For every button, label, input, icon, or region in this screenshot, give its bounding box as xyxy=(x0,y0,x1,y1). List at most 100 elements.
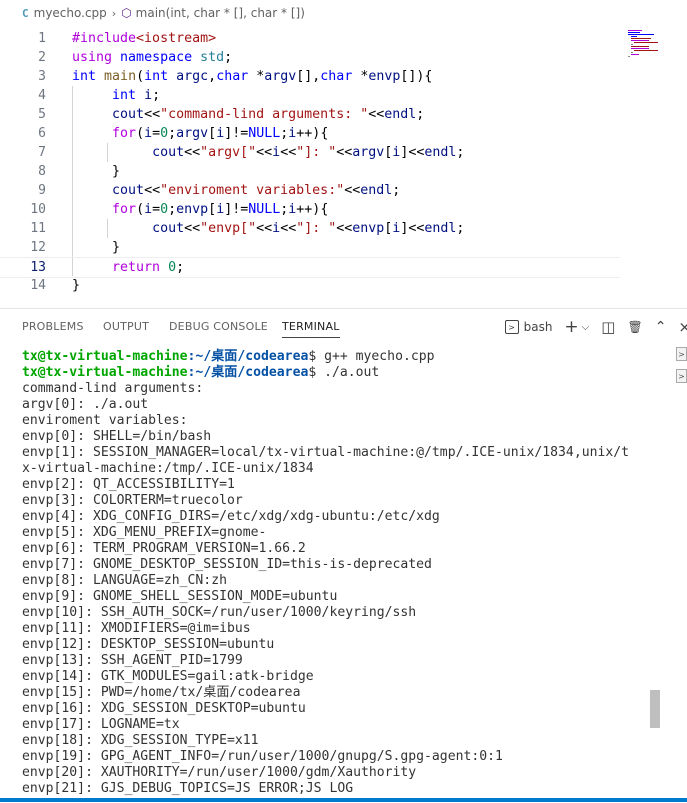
code-text: cout<<"enviroment variables:"<<endl; xyxy=(112,183,401,198)
terminal-output-line: envp[5]: XDG_MENU_PREFIX=gnome- xyxy=(22,525,267,540)
code-text: cout<<"envp["<<i<<"]: "<<envp[i]<<endl; xyxy=(152,221,465,236)
terminal-output-line: envp[21]: GJS_DEBUG_TOPICS=JS ERROR;JS L… xyxy=(22,781,354,796)
code-line: 12 } xyxy=(0,238,620,257)
terminal-output-line: envp[8]: LANGUAGE=zh_CN:zh xyxy=(22,573,227,588)
terminal-output-line: command-lind arguments: xyxy=(22,381,204,396)
terminal-output-line: envp[15]: PWD=/home/tx/桌面/codearea xyxy=(22,685,301,700)
code-line: 3 int main(int argc,char *argv[],char *e… xyxy=(0,67,620,86)
code-text: return 0; xyxy=(112,260,185,275)
terminal-output-line: envp[11]: XMODIFIERS=@im=ibus xyxy=(22,621,251,636)
line-number: 10 xyxy=(30,202,46,217)
line-number: 2 xyxy=(38,50,46,65)
terminal-output-line: argv[0]: ./a.out xyxy=(22,397,149,412)
code-text: } xyxy=(72,278,81,293)
launch-profile-button[interactable]: ⌵ xyxy=(582,322,590,333)
close-panel-button[interactable]: × xyxy=(678,318,687,336)
terminal-output-line: envp[13]: SSH_AGENT_PID=1799 xyxy=(22,653,243,668)
breadcrumb-file[interactable]: myecho.cpp xyxy=(34,6,107,20)
line-number: 8 xyxy=(38,164,46,179)
terminal-scrollbar[interactable] xyxy=(649,349,661,803)
status-bar xyxy=(0,798,687,802)
terminal-tab-2[interactable]: > xyxy=(676,369,687,383)
split-terminal-button[interactable]: ◫ xyxy=(601,318,615,336)
shell-label: bash xyxy=(523,320,553,334)
line-number: 13 xyxy=(30,260,46,275)
code-text: for(i=0;envp[i]!=NULL;i++){ xyxy=(112,202,329,217)
tab-problems[interactable]: PROBLEMS xyxy=(22,320,84,333)
code-editor[interactable]: 1 #include<iostream> 2 using namespace s… xyxy=(0,29,687,299)
code-line: 5 cout<<"command-lind arguments: "<<endl… xyxy=(0,105,620,124)
terminal-output-line: envp[20]: XAUTHORITY=/run/user/1000/gdm/… xyxy=(22,765,417,780)
terminal-output-line: envp[6]: TERM_PROGRAM_VERSION=1.66.2 xyxy=(22,541,306,556)
line-number: 5 xyxy=(38,107,46,122)
terminal-command-line: tx@tx-virtual-machine:~/桌面/codearea$ ./a… xyxy=(22,365,380,380)
maximize-panel-button[interactable]: ⌃ xyxy=(655,319,667,335)
close-icon: × xyxy=(678,318,687,336)
minimap[interactable] xyxy=(626,30,674,60)
kill-terminal-button[interactable]: 🗑 xyxy=(627,320,642,334)
breadcrumb-symbol[interactable]: main(int, char * [], char * []) xyxy=(136,6,305,20)
terminal-icon: > xyxy=(504,320,519,334)
new-terminal-button[interactable]: + xyxy=(564,317,578,337)
code-line: 1 #include<iostream> xyxy=(0,29,620,48)
line-number: 12 xyxy=(30,240,46,255)
code-line: 4 int i; xyxy=(0,86,620,105)
line-number: 1 xyxy=(38,31,46,46)
split-icon: ◫ xyxy=(601,318,616,336)
shell-selector[interactable]: > bash xyxy=(504,320,553,334)
code-line: 7 cout<<"argv["<<i<<"]: "<<argv[i]<<endl… xyxy=(0,143,620,162)
code-line: 14 } xyxy=(0,276,620,295)
terminal-output-line: envp[0]: SHELL=/bin/bash xyxy=(22,429,212,444)
code-text: cout<<"command-lind arguments: "<<endl; xyxy=(112,107,425,122)
tab-terminal[interactable]: TERMINAL xyxy=(282,320,340,338)
terminal-output-line: x-virtual-machine:/tmp/.ICE-unix/1834 xyxy=(22,461,314,476)
cpp-file-icon: C xyxy=(22,6,29,20)
line-number: 6 xyxy=(38,126,46,141)
terminal-output-line: envp[10]: SSH_AUTH_SOCK=/run/user/1000/k… xyxy=(22,605,417,620)
code-text: int main(int argc,char *argv[],char *env… xyxy=(72,69,433,84)
code-text: cout<<"argv["<<i<<"]: "<<argv[i]<<endl; xyxy=(152,145,465,160)
code-text: for(i=0;argv[i]!=NULL;i++){ xyxy=(112,126,329,141)
code-text: } xyxy=(112,240,121,255)
terminal-output-line: envp[2]: QT_ACCESSIBILITY=1 xyxy=(22,477,235,492)
code-text: using namespace std; xyxy=(72,50,233,65)
chevron-down-icon: ⌵ xyxy=(581,321,590,333)
code-line: 10 for(i=0;envp[i]!=NULL;i++){ xyxy=(0,200,620,219)
terminal-output-line: envp[16]: XDG_SESSION_DESKTOP=ubuntu xyxy=(22,701,306,716)
terminal-output-line: envp[19]: GPG_AGENT_INFO=/run/user/1000/… xyxy=(22,749,503,764)
method-symbol-icon: ⬡ xyxy=(121,6,132,20)
plus-icon: + xyxy=(564,317,579,337)
line-number: 9 xyxy=(38,183,46,198)
line-number: 3 xyxy=(38,69,46,84)
terminal-output-line: envp[18]: XDG_SESSION_TYPE=x11 xyxy=(22,733,259,748)
panel-actions: > bash + ⌵ ◫ 🗑 ⌃ × xyxy=(493,317,687,337)
panel-tabs: PROBLEMS OUTPUT DEBUG CONSOLE TERMINAL >… xyxy=(0,309,687,345)
terminal-output-line: enviroment variables: xyxy=(22,413,188,428)
terminal-output-line: envp[14]: GTK_MODULES=gail:atk-bridge xyxy=(22,669,314,684)
code-text: } xyxy=(112,164,121,179)
terminal-output-line: envp[7]: GNOME_DESKTOP_SESSION_ID=this-i… xyxy=(22,557,432,572)
code-text: #include<iostream> xyxy=(72,31,217,46)
trash-icon: 🗑 xyxy=(627,320,643,334)
terminal-output[interactable]: tx@tx-virtual-machine:~/桌面/codearea$ g++… xyxy=(22,349,642,797)
terminal-output-line: envp[1]: SESSION_MANAGER=local/tx-virtua… xyxy=(22,445,629,460)
terminal-output-line: envp[4]: XDG_CONFIG_DIRS=/etc/xdg/xdg-ub… xyxy=(22,509,440,524)
code-line: 11 cout<<"envp["<<i<<"]: "<<envp[i]<<end… xyxy=(0,219,620,238)
bottom-panel: PROBLEMS OUTPUT DEBUG CONSOLE TERMINAL >… xyxy=(0,308,687,803)
terminal-output-line: envp[9]: GNOME_SHELL_SESSION_MODE=ubuntu xyxy=(22,589,338,604)
code-text: int i; xyxy=(112,88,161,103)
code-line-current: 13 return 0; xyxy=(0,257,620,278)
terminal-command-line: tx@tx-virtual-machine:~/桌面/codearea$ g++… xyxy=(22,349,435,364)
line-number: 11 xyxy=(30,221,46,236)
terminal-output-line: envp[17]: LOGNAME=tx xyxy=(22,717,180,732)
tab-output[interactable]: OUTPUT xyxy=(103,320,149,333)
tab-debug-console[interactable]: DEBUG CONSOLE xyxy=(169,320,268,333)
chevron-right-icon: › xyxy=(111,6,117,20)
terminal-output-line: envp[12]: DESKTOP_SESSION=ubuntu xyxy=(22,637,275,652)
breadcrumb: C myecho.cpp › ⬡ main(int, char * [], ch… xyxy=(0,0,687,26)
code-line: 6 for(i=0;argv[i]!=NULL;i++){ xyxy=(0,124,620,143)
line-number: 4 xyxy=(38,88,46,103)
terminal-scrollbar-thumb[interactable] xyxy=(650,690,660,728)
terminal-tab-1[interactable]: > xyxy=(676,347,687,361)
line-number: 14 xyxy=(30,278,46,293)
